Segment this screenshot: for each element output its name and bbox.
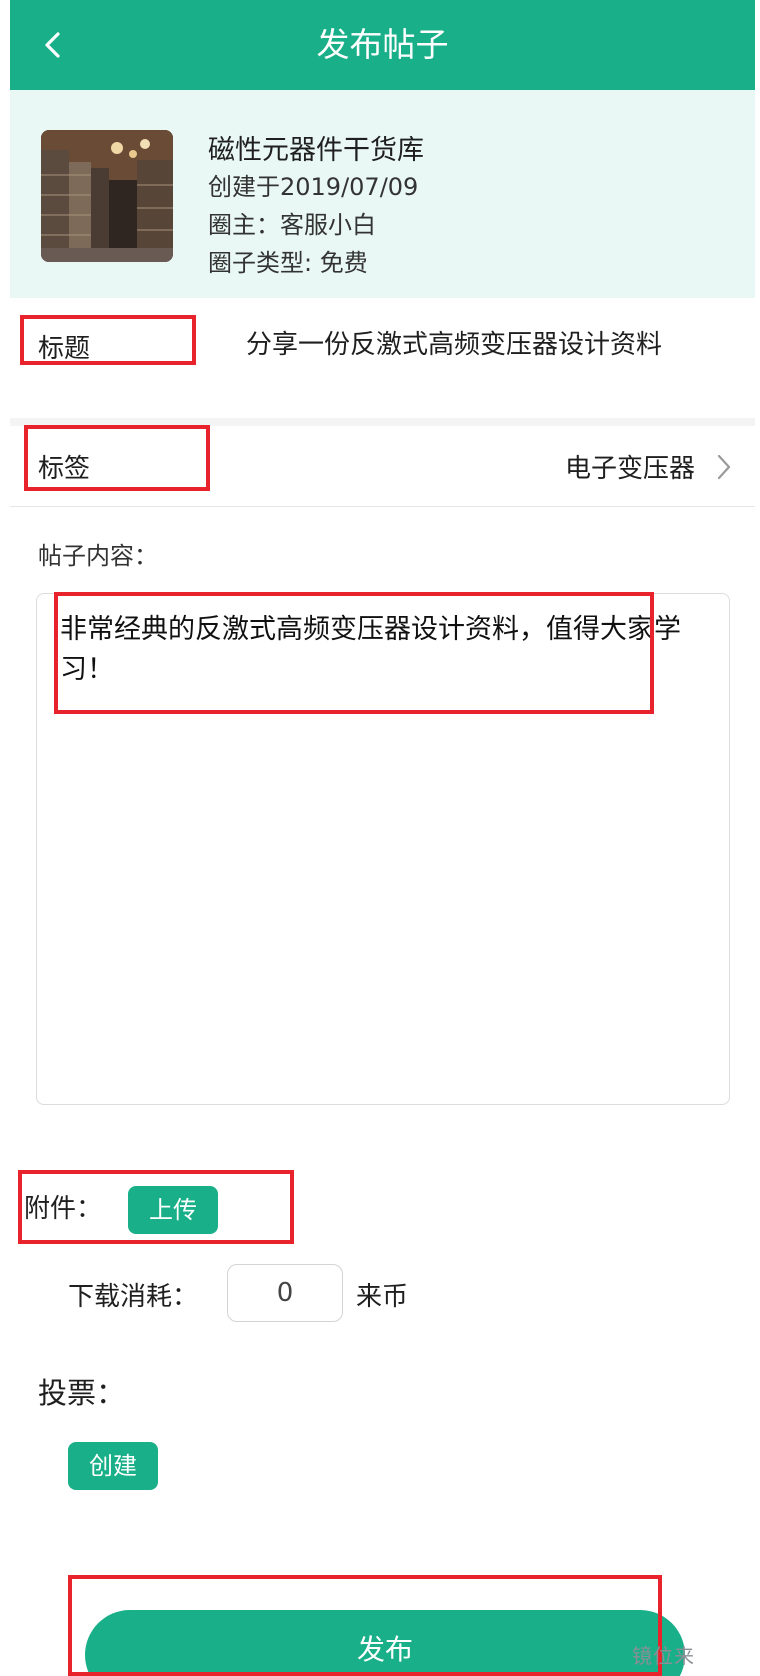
annotation-box-tag	[24, 425, 210, 491]
circle-info-card: 磁性元器件干货库 创建于2019/07/09 圈主：客服小白 圈子类型: 免费	[10, 90, 755, 298]
page-title: 发布帖子	[316, 25, 449, 64]
title-input[interactable]: 分享一份反激式高频变压器设计资料	[246, 324, 662, 361]
download-cost-input[interactable]: 0	[227, 1264, 343, 1322]
circle-created-date: 创建于2019/07/09	[208, 173, 419, 201]
download-cost-label: 下载消耗：	[68, 1282, 199, 1312]
create-vote-button[interactable]: 创建	[68, 1442, 158, 1490]
circle-owner: 圈主：客服小白	[208, 211, 376, 239]
content-label: 帖子内容：	[38, 542, 158, 570]
chevron-left-icon[interactable]	[38, 30, 68, 60]
annotation-box-attachment	[18, 1170, 294, 1244]
download-cost-unit: 来币	[356, 1282, 409, 1312]
circle-type: 圈子类型: 免费	[208, 249, 368, 277]
app-screen: 发布帖子 磁性元器件干货库 创建于2019/07/09 圈主：客服小白 圈子类型…	[10, 0, 755, 1676]
row-divider	[10, 506, 755, 507]
annotation-box-content	[54, 592, 654, 714]
annotation-box-publish	[68, 1575, 662, 1676]
vote-label: 投票：	[38, 1376, 126, 1410]
top-bar: 发布帖子	[10, 0, 755, 90]
chevron-right-icon	[717, 454, 731, 480]
annotation-box-title	[20, 315, 196, 365]
circle-cover-image	[41, 130, 173, 262]
tag-value[interactable]: 电子变压器	[565, 448, 695, 485]
watermark: 镜位来	[632, 1644, 695, 1668]
circle-name: 磁性元器件干货库	[208, 135, 424, 166]
